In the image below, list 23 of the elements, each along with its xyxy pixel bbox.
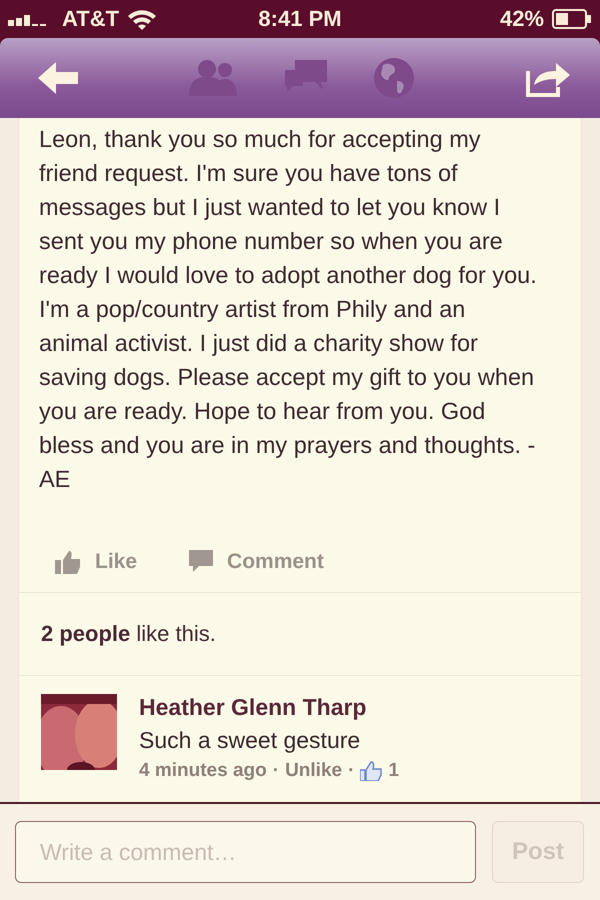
separator: · (272, 760, 280, 782)
clock: 8:41 PM (258, 6, 342, 32)
like-count: 1 (388, 760, 400, 782)
likes-summary: 2 people like this. (41, 621, 216, 647)
battery-percent: 42% (500, 6, 544, 32)
comment-text: Such a sweet gesture (139, 727, 362, 754)
comment-time: 4 minutes ago (139, 760, 267, 782)
like-button[interactable]: Like (55, 550, 138, 574)
comment-input-field[interactable]: Write a comment… (15, 821, 476, 883)
unlike-link[interactable]: Unlike (285, 760, 342, 782)
carrier: AT&T (62, 6, 120, 32)
people-icon[interactable] (189, 58, 239, 98)
back-arrow-icon[interactable] (38, 62, 78, 94)
globe-icon[interactable] (373, 57, 415, 99)
speech-bubble-icon (189, 550, 214, 574)
post-text: Leon, thank you so much for accepting my friend request. I'm sure you have tons of messages but I just wanted to let you know I sent you my phone number so when you are ready I would love to adopt another dog for you. I'm a pop/country artist from Phily and an animal activist. I just did a charity show for saving dogs. Please accept my gift to you when you are ready. Hope to hear from you. God bless and you are in my prayers and thoughts. -AE (38, 125, 538, 494)
comment-button[interactable]: Comment (189, 550, 324, 574)
comment-author[interactable]: Heather Glenn Tharp (139, 694, 400, 721)
separator: · (348, 760, 354, 782)
battery-icon (552, 9, 592, 29)
wifi-icon (127, 8, 158, 30)
thumbs-up-icon (360, 761, 382, 781)
thumbs-up-icon (55, 550, 81, 574)
